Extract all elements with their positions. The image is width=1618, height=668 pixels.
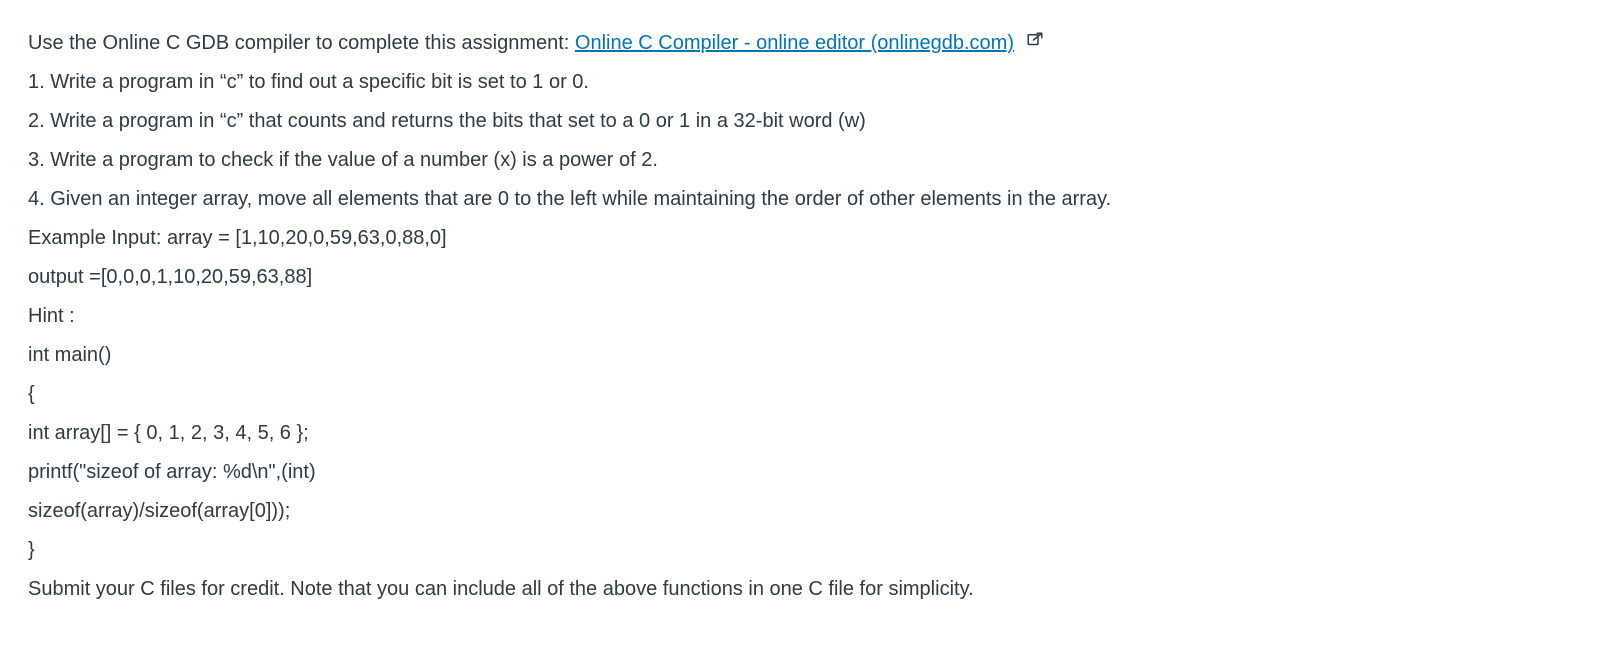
external-link-icon xyxy=(1026,24,1044,63)
question-1: 1. Write a program in “c” to find out a … xyxy=(28,63,1590,102)
intro-line: Use the Online C GDB compiler to complet… xyxy=(28,24,1590,63)
hint-code-4: printf("sizeof of array: %d\n",(int) xyxy=(28,453,1590,492)
question-4: 4. Given an integer array, move all elem… xyxy=(28,180,1590,219)
hint-code-1: int main() xyxy=(28,336,1590,375)
footer-text: Submit your C files for credit. Note tha… xyxy=(28,570,1590,609)
compiler-link[interactable]: Online C Compiler - online editor (onlin… xyxy=(575,32,1014,54)
intro-text: Use the Online C GDB compiler to complet… xyxy=(28,32,575,54)
question-2: 2. Write a program in “c” that counts an… xyxy=(28,102,1590,141)
hint-code-3: int array[] = { 0, 1, 2, 3, 4, 5, 6 }; xyxy=(28,414,1590,453)
hint-label: Hint : xyxy=(28,297,1590,336)
example-input: Example Input: array = [1,10,20,0,59,63,… xyxy=(28,219,1590,258)
hint-code-2: { xyxy=(28,375,1590,414)
hint-code-5: sizeof(array)/sizeof(array[0])); xyxy=(28,492,1590,531)
example-output: output =[0,0,0,1,10,20,59,63,88] xyxy=(28,258,1590,297)
question-3: 3. Write a program to check if the value… xyxy=(28,141,1590,180)
hint-code-6: } xyxy=(28,531,1590,570)
